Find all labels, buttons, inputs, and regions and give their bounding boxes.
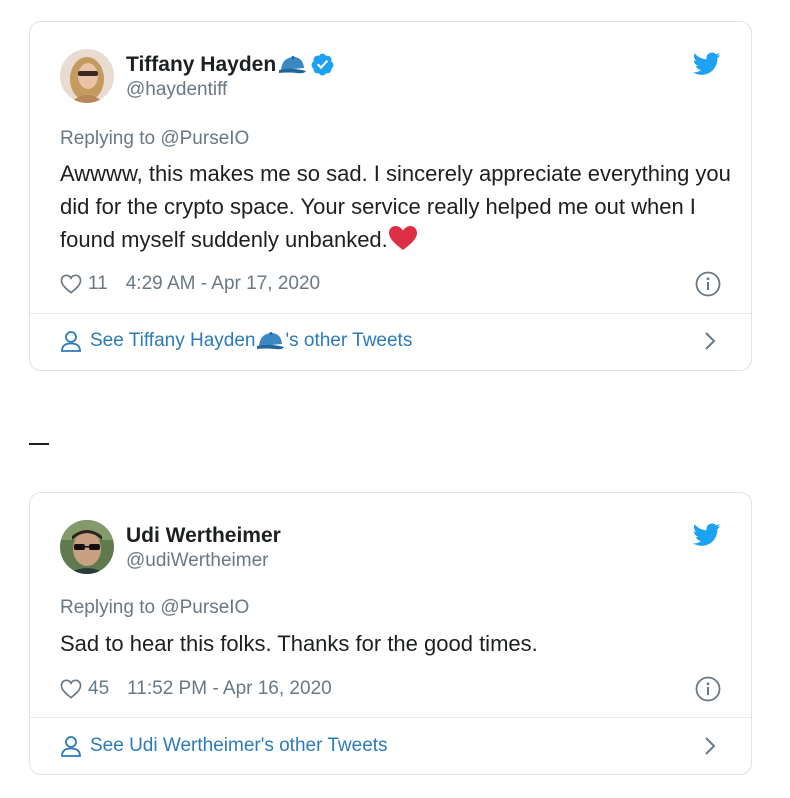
chevron-right-icon[interactable] xyxy=(703,330,717,352)
chevron-right-icon[interactable] xyxy=(703,735,717,757)
timestamp-link[interactable]: 4:29 AM - Apr 17, 2020 xyxy=(126,273,320,295)
tweet-body: Sad to hear this folks. Thanks for the g… xyxy=(60,631,538,656)
tweet-card-1[interactable]: Tiffany Hayden @haydentiff Replying to @… xyxy=(29,21,752,371)
heart-like-icon[interactable] xyxy=(60,274,82,294)
see-other-tweets-text[interactable]: See Udi Wertheimer's other Tweets xyxy=(90,735,388,757)
tweet-card-2[interactable]: Udi Wertheimer @udiWertheimer Replying t… xyxy=(29,492,752,775)
info-icon[interactable] xyxy=(695,676,721,702)
avatar-tiffany-hayden[interactable] xyxy=(60,49,114,103)
tweet-meta: 45 11:52 PM - Apr 16, 2020 xyxy=(60,676,721,702)
tweet-text: Awwww, this makes me so sad. I sincerely… xyxy=(60,157,740,256)
see-other-tweets-link[interactable]: See Tiffany Hayden 's other Tweets xyxy=(60,330,721,352)
divider xyxy=(30,717,751,718)
verified-badge-icon xyxy=(311,53,334,76)
replying-to-handle-link[interactable]: @PurseIO xyxy=(160,597,249,618)
see-other-tweets-prefix[interactable]: See Tiffany Hayden xyxy=(90,330,255,352)
avatar-udi-wertheimer[interactable] xyxy=(60,520,114,574)
see-other-tweets-link[interactable]: See Udi Wertheimer's other Tweets xyxy=(60,735,721,757)
like-count[interactable]: 45 xyxy=(88,678,109,700)
tweet-author[interactable]: Tiffany Hayden @haydentiff xyxy=(60,49,335,103)
tweet-text: Sad to hear this folks. Thanks for the g… xyxy=(60,627,740,660)
replying-to-handle-link[interactable]: @PurseIO xyxy=(160,128,249,149)
red-heart-emoji-icon xyxy=(388,226,417,250)
person-icon xyxy=(61,736,81,757)
replying-prefix: Replying to xyxy=(60,128,161,149)
blue-cap-emoji-icon xyxy=(279,55,307,73)
display-name[interactable]: Tiffany Hayden xyxy=(126,53,276,77)
display-name[interactable]: Udi Wertheimer xyxy=(126,524,281,548)
divider xyxy=(30,313,751,314)
blue-cap-emoji-icon xyxy=(257,332,285,350)
tweet-meta: 11 4:29 AM - Apr 17, 2020 xyxy=(60,271,721,297)
tweet-author[interactable]: Udi Wertheimer @udiWertheimer xyxy=(60,520,281,574)
timestamp-link[interactable]: 11:52 PM - Apr 16, 2020 xyxy=(127,678,332,700)
see-other-tweets-suffix[interactable]: 's other Tweets xyxy=(285,330,412,352)
replying-to: Replying to @PurseIO xyxy=(60,128,249,150)
handle[interactable]: @udiWertheimer xyxy=(126,550,281,572)
replying-prefix: Replying to xyxy=(60,597,161,618)
separator-dash xyxy=(29,443,49,445)
twitter-bird-icon[interactable] xyxy=(693,52,721,76)
person-icon xyxy=(61,331,81,352)
handle[interactable]: @haydentiff xyxy=(126,79,335,101)
like-count[interactable]: 11 xyxy=(88,273,108,295)
heart-like-icon[interactable] xyxy=(60,679,82,699)
replying-to: Replying to @PurseIO xyxy=(60,597,249,619)
twitter-bird-icon[interactable] xyxy=(693,523,721,547)
info-icon[interactable] xyxy=(695,271,721,297)
